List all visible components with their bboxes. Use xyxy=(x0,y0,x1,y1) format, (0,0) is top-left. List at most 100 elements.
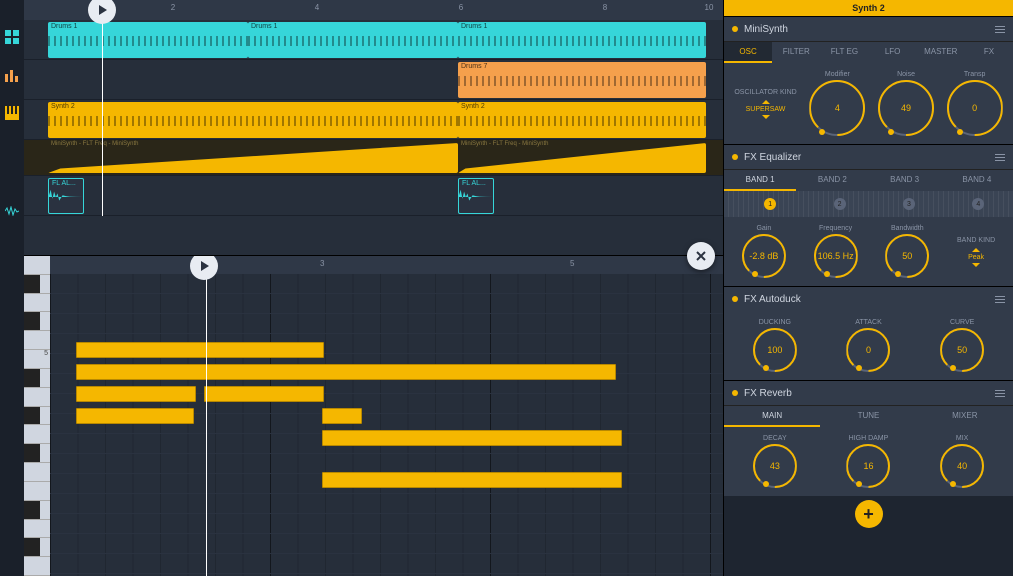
tab-band4[interactable]: BAND 4 xyxy=(941,170,1013,191)
clip-label: Synth 2 xyxy=(51,103,75,110)
chevron-down-icon[interactable] xyxy=(762,115,770,119)
module-autoduck: FX Autoduck DUCKING100 ATTACK0 CURVE50 xyxy=(724,286,1013,380)
pattern-icon[interactable] xyxy=(3,28,21,46)
knob-gain[interactable]: Gain-2.8 dB xyxy=(742,225,786,278)
tab-band3[interactable]: BAND 3 xyxy=(869,170,941,191)
equalizer-icon[interactable] xyxy=(3,66,21,84)
eq-node-2[interactable]: 2 xyxy=(834,198,846,210)
knob-mix[interactable]: MIX40 xyxy=(940,435,984,488)
tab-master[interactable]: MASTER xyxy=(917,42,965,63)
midi-note[interactable] xyxy=(322,472,622,488)
knob-label: Frequency xyxy=(819,225,852,232)
audio-clip[interactable]: FL AL... xyxy=(48,178,84,214)
midi-note[interactable] xyxy=(76,342,324,358)
clip-label: Drums 1 xyxy=(251,23,277,30)
knob-value: 49 xyxy=(901,103,911,113)
midi-note[interactable] xyxy=(76,364,616,380)
module-title: FX Autoduck xyxy=(744,294,801,305)
menu-icon[interactable] xyxy=(995,154,1005,161)
track-type-strip xyxy=(0,0,24,576)
knob-label: Transp xyxy=(964,71,986,78)
knob-decay[interactable]: DECAY43 xyxy=(753,435,797,488)
knob-noise[interactable]: Noise 49 xyxy=(878,71,934,136)
tab-band1[interactable]: BAND 1 xyxy=(724,170,796,191)
track-row[interactable]: Drums 7 xyxy=(24,60,723,100)
module-led-icon[interactable] xyxy=(732,296,738,302)
midi-note[interactable] xyxy=(204,386,324,402)
selector-value: SUPERSAW xyxy=(746,106,786,113)
pianoroll-playhead[interactable] xyxy=(206,256,207,576)
knob-value: 106.5 Hz xyxy=(818,251,854,261)
menu-icon[interactable] xyxy=(995,296,1005,303)
chevron-up-icon[interactable] xyxy=(972,248,980,252)
eq-frequency-strip[interactable]: 1 2 3 4 xyxy=(724,191,1013,217)
chevron-down-icon[interactable] xyxy=(972,263,980,267)
track-row[interactable]: FL AL... FL AL... xyxy=(24,176,723,216)
knob-modifier[interactable]: Modifier4 xyxy=(809,71,865,136)
tab-filter[interactable]: FILTER xyxy=(772,42,820,63)
waveform-icon[interactable] xyxy=(3,202,21,220)
oscillator-kind-selector[interactable]: OSCILLATOR KIND SUPERSAW xyxy=(734,89,796,119)
add-module-button[interactable]: + xyxy=(855,500,883,528)
piano-roll-view[interactable]: 5 3 5 xyxy=(24,256,723,576)
knob-frequency[interactable]: Frequency 106.5 Hz xyxy=(814,225,858,278)
midi-note[interactable] xyxy=(322,430,622,446)
automation-clip[interactable] xyxy=(458,143,706,173)
knob-label: Noise xyxy=(897,71,915,78)
eq-node-3[interactable]: 3 xyxy=(903,198,915,210)
clip[interactable]: Drums 1 xyxy=(458,22,706,58)
arrangement-view[interactable]: 2 4 6 8 10 Drums 1 Drums 1 Drums 1 Drums… xyxy=(24,0,723,256)
tab-reverb-mixer[interactable]: MIXER xyxy=(917,406,1013,427)
menu-icon[interactable] xyxy=(995,390,1005,397)
tab-lfo[interactable]: LFO xyxy=(869,42,917,63)
knob-transp[interactable]: Transp0 xyxy=(947,71,1003,136)
clip-label: Synth 2 xyxy=(461,103,485,110)
knob-value: 16 xyxy=(863,461,873,471)
tab-flteg[interactable]: FLT EG xyxy=(820,42,868,63)
midi-note[interactable] xyxy=(76,386,196,402)
eq-node-1[interactable]: 1 xyxy=(764,198,776,210)
automation-clip[interactable] xyxy=(48,143,458,173)
module-title: FX Reverb xyxy=(744,388,792,399)
band-kind-selector[interactable]: BAND KIND Peak xyxy=(957,237,995,267)
knob-bandwidth[interactable]: Bandwidth50 xyxy=(885,225,929,278)
track-row[interactable]: MiniSynth - FLT Freq - MiniSynth MiniSyn… xyxy=(24,140,723,176)
close-icon[interactable] xyxy=(687,242,715,270)
clip[interactable]: Drums 1 xyxy=(248,22,458,58)
knob-highdamp[interactable]: HIGH DAMP16 xyxy=(846,435,890,488)
pianoroll-grid[interactable] xyxy=(50,274,723,576)
clip[interactable]: Drums 1 xyxy=(48,22,248,58)
chevron-up-icon[interactable] xyxy=(762,100,770,104)
clip[interactable]: Synth 2 xyxy=(458,102,706,138)
midi-note[interactable] xyxy=(322,408,362,424)
tab-reverb-tune[interactable]: TUNE xyxy=(820,406,916,427)
tab-reverb-main[interactable]: MAIN xyxy=(724,406,820,427)
arrange-playhead[interactable] xyxy=(102,20,103,216)
module-led-icon[interactable] xyxy=(732,154,738,160)
piano-keys[interactable]: 5 xyxy=(24,256,50,576)
midi-note[interactable] xyxy=(76,408,194,424)
knob-ducking[interactable]: DUCKING100 xyxy=(753,319,797,372)
track-row[interactable]: Drums 1 Drums 1 Drums 1 xyxy=(24,20,723,60)
track-row[interactable]: Synth 2 Synth 2 xyxy=(24,100,723,140)
ruler-mark: 2 xyxy=(168,3,178,13)
piano-icon[interactable] xyxy=(3,104,21,122)
tab-osc[interactable]: OSC xyxy=(724,42,772,63)
module-led-icon[interactable] xyxy=(732,26,738,32)
audio-clip[interactable]: FL AL... xyxy=(458,178,494,214)
pianoroll-ruler[interactable]: 3 5 xyxy=(50,256,723,274)
arrange-ruler[interactable]: 2 4 6 8 10 xyxy=(24,0,723,20)
knob-label: Bandwidth xyxy=(891,225,924,232)
tab-band2[interactable]: BAND 2 xyxy=(796,170,868,191)
ruler-mark: 8 xyxy=(600,3,610,13)
channel-header[interactable]: Synth 2 xyxy=(724,0,1013,16)
clip[interactable]: Drums 7 xyxy=(458,62,706,98)
module-led-icon[interactable] xyxy=(732,390,738,396)
knob-curve[interactable]: CURVE50 xyxy=(940,319,984,372)
knob-attack[interactable]: ATTACK0 xyxy=(846,319,890,372)
clip[interactable]: Synth 2 xyxy=(48,102,458,138)
menu-icon[interactable] xyxy=(995,26,1005,33)
tab-fx[interactable]: FX xyxy=(965,42,1013,63)
eq-node-4[interactable]: 4 xyxy=(972,198,984,210)
ruler-mark: 3 xyxy=(320,259,324,268)
